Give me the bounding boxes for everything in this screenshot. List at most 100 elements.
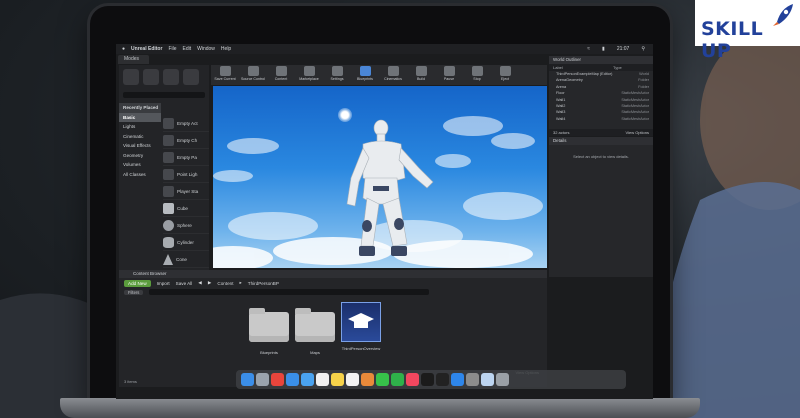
actor-item[interactable]: Point Ligh (163, 166, 209, 183)
foliage-mode-icon[interactable] (183, 69, 199, 85)
toolbar-button-pause[interactable]: Pause (435, 65, 463, 85)
reminders-icon[interactable] (346, 373, 359, 386)
wifi-icon[interactable]: ≈ (587, 44, 590, 54)
point-light-icon (163, 168, 174, 180)
menu-help[interactable]: Help (221, 44, 231, 54)
add-new-button[interactable]: Add New (124, 279, 151, 287)
mannequin-character (346, 119, 434, 256)
category-item[interactable]: All Classes (119, 170, 161, 180)
modes-tab[interactable]: Modes (118, 55, 150, 64)
editor-toolbar: Save Current Source Control Content Marketp… (211, 65, 547, 85)
content-search-input[interactable] (149, 289, 430, 295)
place-mode-icon[interactable] (123, 69, 139, 85)
calendar-icon[interactable] (316, 373, 329, 386)
trash-icon[interactable] (496, 373, 509, 386)
category-item[interactable]: Lights (119, 122, 161, 132)
folder-icon (249, 308, 289, 342)
empty-character-icon (163, 134, 174, 146)
source-control-icon (247, 66, 259, 76)
actor-label: Player Sta (177, 188, 199, 194)
folder-icon (295, 308, 335, 342)
content-browser-title: Content Browser (119, 270, 547, 278)
toolbar-button-build[interactable]: Build (407, 65, 435, 85)
music-icon[interactable] (406, 373, 419, 386)
chrome-icon[interactable] (271, 373, 284, 386)
toolbar-label: Cinematics (384, 77, 402, 81)
notes-icon[interactable] (331, 373, 344, 386)
filters-button[interactable]: Filters (124, 289, 144, 295)
unreal-icon[interactable] (421, 373, 434, 386)
landscape-mode-icon[interactable] (163, 69, 179, 85)
actor-item[interactable]: Empty Act (163, 115, 209, 132)
breadcrumb-thirdpersonbp[interactable]: ThirdPersonBP (248, 281, 279, 286)
toolbar-label: Source Control (241, 77, 265, 81)
app-store-icon[interactable] (451, 373, 464, 386)
actor-item[interactable]: Cylinder (163, 234, 209, 251)
world-outliner: World Outliner Label Type ThirdPersonExa… (549, 56, 653, 136)
outliner-col-label[interactable]: Label (553, 64, 613, 71)
menu-app-name[interactable]: Unreal Editor (131, 44, 162, 54)
category-item[interactable]: Volumes (119, 160, 161, 170)
breadcrumb-content[interactable]: Content (217, 281, 233, 286)
toolbar-button-eject[interactable]: Eject (491, 65, 519, 85)
battery-icon[interactable]: ▮ (602, 44, 605, 54)
spotlight-icon[interactable]: ⚲ (641, 44, 645, 54)
preview-icon[interactable] (481, 373, 494, 386)
back-arrow-icon[interactable]: ◀ (198, 280, 202, 286)
outliner-row[interactable]: Wall4 StaticMeshActor (549, 116, 653, 122)
mail-icon[interactable] (301, 373, 314, 386)
outliner-view-options[interactable]: View Options (626, 129, 650, 136)
import-button[interactable]: Import (157, 281, 170, 286)
content-item-count: 3 items (124, 379, 137, 384)
cube-icon (163, 202, 174, 214)
forward-arrow-icon[interactable]: ▶ (208, 280, 212, 286)
toolbar-button-blueprints[interactable]: Blueprints (351, 65, 379, 85)
actor-item[interactable]: Cube (163, 200, 209, 217)
category-item[interactable]: Recently Placed (119, 103, 161, 113)
epic-icon[interactable] (436, 373, 449, 386)
menu-window[interactable]: Window (197, 44, 215, 54)
asset-thirdpersonoverview[interactable]: ThirdPersonOverview (341, 302, 381, 351)
category-list: Recently Placed Basic Lights Cinematic Visua… (119, 103, 161, 179)
actor-item[interactable]: Sphere (163, 217, 209, 234)
category-item[interactable]: Visual Effects (119, 141, 161, 151)
asset-label: Blueprints (260, 350, 278, 355)
launchpad-icon[interactable] (256, 373, 269, 386)
toolbar-button-settings[interactable]: Settings (323, 65, 351, 85)
toolbar-button-cinematics[interactable]: Cinematics (379, 65, 407, 85)
breadcrumb-separator-icon: ▸ (239, 280, 242, 285)
asset-folder-blueprints[interactable]: Blueprints (249, 308, 289, 355)
actor-item[interactable]: Empty Pa (163, 149, 209, 166)
category-item[interactable]: Cinematic (119, 132, 161, 142)
blueprints-icon (359, 66, 371, 76)
asset-folder-maps[interactable]: Maps (295, 308, 335, 355)
actor-item[interactable]: Cone (163, 251, 209, 268)
toolbar-button-marketplace[interactable]: Marketplace (295, 65, 323, 85)
finder-icon[interactable] (241, 373, 254, 386)
save-all-button[interactable]: Save All (176, 281, 193, 286)
paint-mode-icon[interactable] (143, 69, 159, 85)
toolbar-label: Marketplace (299, 77, 319, 81)
menu-clock[interactable]: 21:07 (617, 44, 630, 54)
toolbar-label: Save Current (214, 77, 236, 81)
facetime-icon[interactable] (391, 373, 404, 386)
toolbar-button-source-control[interactable]: Source Control (239, 65, 267, 85)
toolbar-button-stop[interactable]: Stop (463, 65, 491, 85)
menu-edit[interactable]: Edit (183, 44, 192, 54)
menu-file[interactable]: File (168, 44, 176, 54)
category-item[interactable]: Basic (119, 112, 161, 122)
safari-icon[interactable] (286, 373, 299, 386)
actor-item[interactable]: Player Sta (163, 183, 209, 200)
modes-search-input[interactable] (123, 92, 205, 98)
apple-icon[interactable]: ● (122, 44, 125, 54)
messages-icon[interactable] (376, 373, 389, 386)
outliner-col-type[interactable]: Type (613, 64, 622, 71)
toolbar-button-content[interactable]: Content (267, 65, 295, 85)
toolbar-button-save[interactable]: Save Current (211, 65, 239, 85)
settings-icon[interactable] (466, 373, 479, 386)
actor-item[interactable]: Empty Ch (163, 132, 209, 149)
photos-icon[interactable] (361, 373, 374, 386)
asset-label: Maps (310, 350, 320, 355)
category-item[interactable]: Geometry (119, 151, 161, 161)
level-viewport[interactable] (213, 86, 547, 268)
